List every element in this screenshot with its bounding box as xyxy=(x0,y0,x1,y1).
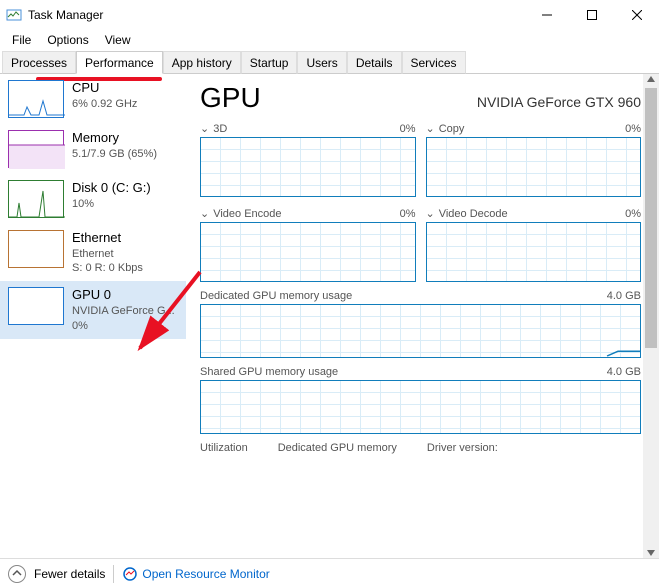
main-area: CPU 6% 0.92 GHz Memory 5.1/7.9 GB (65%) … xyxy=(0,74,659,558)
sidebar-item-sub: 6% 0.92 GHz xyxy=(72,97,137,111)
tab-app-history[interactable]: App history xyxy=(163,51,241,74)
menu-options[interactable]: Options xyxy=(39,31,96,49)
stat-label: Utilization xyxy=(200,442,248,454)
detail-panel: GPU NVIDIA GeForce GTX 960 ⌄ 3D 0% ⌄ Copy 0%… xyxy=(186,74,659,558)
memory-thumbnail xyxy=(8,130,64,168)
separator xyxy=(113,565,114,583)
chart-pct: 0% xyxy=(400,123,416,135)
sidebar: CPU 6% 0.92 GHz Memory 5.1/7.9 GB (65%) … xyxy=(0,74,186,558)
chevron-down-icon[interactable]: ⌄ xyxy=(200,122,209,135)
sidebar-item-gpu[interactable]: GPU 0 NVIDIA GeForce G... 0% xyxy=(0,281,186,338)
tab-startup[interactable]: Startup xyxy=(241,51,298,74)
footer-bar: Fewer details Open Resource Monitor xyxy=(0,558,659,588)
stats-row: Utilization Dedicated GPU memory Driver … xyxy=(200,442,641,454)
chart-label[interactable]: Video Decode xyxy=(439,208,508,220)
tab-services[interactable]: Services xyxy=(402,51,466,74)
tab-processes[interactable]: Processes xyxy=(2,51,76,74)
chart-pct: 0% xyxy=(625,123,641,135)
app-icon xyxy=(6,7,22,23)
menu-file[interactable]: File xyxy=(4,31,39,49)
sidebar-item-sub: 10% xyxy=(72,197,151,211)
sidebar-item-label: GPU 0 xyxy=(72,287,175,304)
tab-users[interactable]: Users xyxy=(297,51,346,74)
chart-shared-mem xyxy=(200,380,641,434)
tab-details[interactable]: Details xyxy=(347,51,402,74)
sidebar-item-label: Memory xyxy=(72,130,157,147)
maximize-button[interactable] xyxy=(569,0,614,30)
chart-canvas xyxy=(200,222,416,282)
chart-label[interactable]: Copy xyxy=(439,123,465,135)
tab-bar: Processes Performance App history Startu… xyxy=(0,50,659,74)
scrollbar[interactable] xyxy=(643,74,659,558)
sidebar-item-disk[interactable]: Disk 0 (C: G:) 10% xyxy=(0,174,186,224)
sidebar-item-sub2: S: 0 R: 0 Kbps xyxy=(72,261,143,275)
chart-label[interactable]: 3D xyxy=(213,123,227,135)
chart-3d: ⌄ 3D 0% xyxy=(200,122,416,197)
tab-performance[interactable]: Performance xyxy=(76,51,163,74)
sidebar-item-sub: Ethernet xyxy=(72,247,143,261)
window-controls xyxy=(524,0,659,30)
mem-chart-right: 4.0 GB xyxy=(607,290,641,302)
mem-chart-right: 4.0 GB xyxy=(607,366,641,378)
chart-pct: 0% xyxy=(625,208,641,220)
sidebar-item-memory[interactable]: Memory 5.1/7.9 GB (65%) xyxy=(0,124,186,174)
sidebar-item-ethernet[interactable]: Ethernet Ethernet S: 0 R: 0 Kbps xyxy=(0,224,186,281)
menu-bar: File Options View xyxy=(0,30,659,50)
sidebar-item-label: Disk 0 (C: G:) xyxy=(72,180,151,197)
detail-subtitle: NVIDIA GeForce GTX 960 xyxy=(477,94,641,110)
chart-label[interactable]: Video Encode xyxy=(213,208,281,220)
gpu-thumbnail xyxy=(8,287,64,325)
chart-copy: ⌄ Copy 0% xyxy=(426,122,642,197)
chart-video-encode: ⌄ Video Encode 0% xyxy=(200,207,416,282)
fewer-details-link[interactable]: Fewer details xyxy=(34,567,105,581)
chart-pct: 0% xyxy=(400,208,416,220)
title-bar: Task Manager xyxy=(0,0,659,30)
ethernet-thumbnail xyxy=(8,230,64,268)
collapse-icon[interactable] xyxy=(8,565,26,583)
sidebar-item-cpu[interactable]: CPU 6% 0.92 GHz xyxy=(0,74,186,124)
sidebar-item-sub: NVIDIA GeForce G... xyxy=(72,304,175,318)
detail-title: GPU xyxy=(200,82,261,114)
minimize-button[interactable] xyxy=(524,0,569,30)
resource-monitor-icon xyxy=(122,566,138,582)
menu-view[interactable]: View xyxy=(97,31,139,49)
chart-canvas xyxy=(426,222,642,282)
window-title: Task Manager xyxy=(28,8,524,22)
chart-canvas xyxy=(426,137,642,197)
sidebar-item-sub2: 0% xyxy=(72,319,175,333)
sidebar-item-label: CPU xyxy=(72,80,137,97)
stat-label: Driver version: xyxy=(427,442,498,454)
detail-header: GPU NVIDIA GeForce GTX 960 xyxy=(200,82,641,114)
chart-dedicated-mem xyxy=(200,304,641,358)
chart-canvas xyxy=(200,137,416,197)
sidebar-item-sub: 5.1/7.9 GB (65%) xyxy=(72,147,157,161)
chevron-down-icon[interactable]: ⌄ xyxy=(426,122,435,135)
stat-label: Dedicated GPU memory xyxy=(278,442,397,454)
cpu-thumbnail xyxy=(8,80,64,118)
mem-chart-label: Dedicated GPU memory usage xyxy=(200,290,352,302)
sidebar-item-label: Ethernet xyxy=(72,230,143,247)
chart-video-decode: ⌄ Video Decode 0% xyxy=(426,207,642,282)
disk-thumbnail xyxy=(8,180,64,218)
open-resource-monitor-link[interactable]: Open Resource Monitor xyxy=(122,566,269,582)
chevron-down-icon[interactable]: ⌄ xyxy=(426,207,435,220)
chevron-down-icon[interactable]: ⌄ xyxy=(200,207,209,220)
mem-chart-label: Shared GPU memory usage xyxy=(200,366,338,378)
close-button[interactable] xyxy=(614,0,659,30)
